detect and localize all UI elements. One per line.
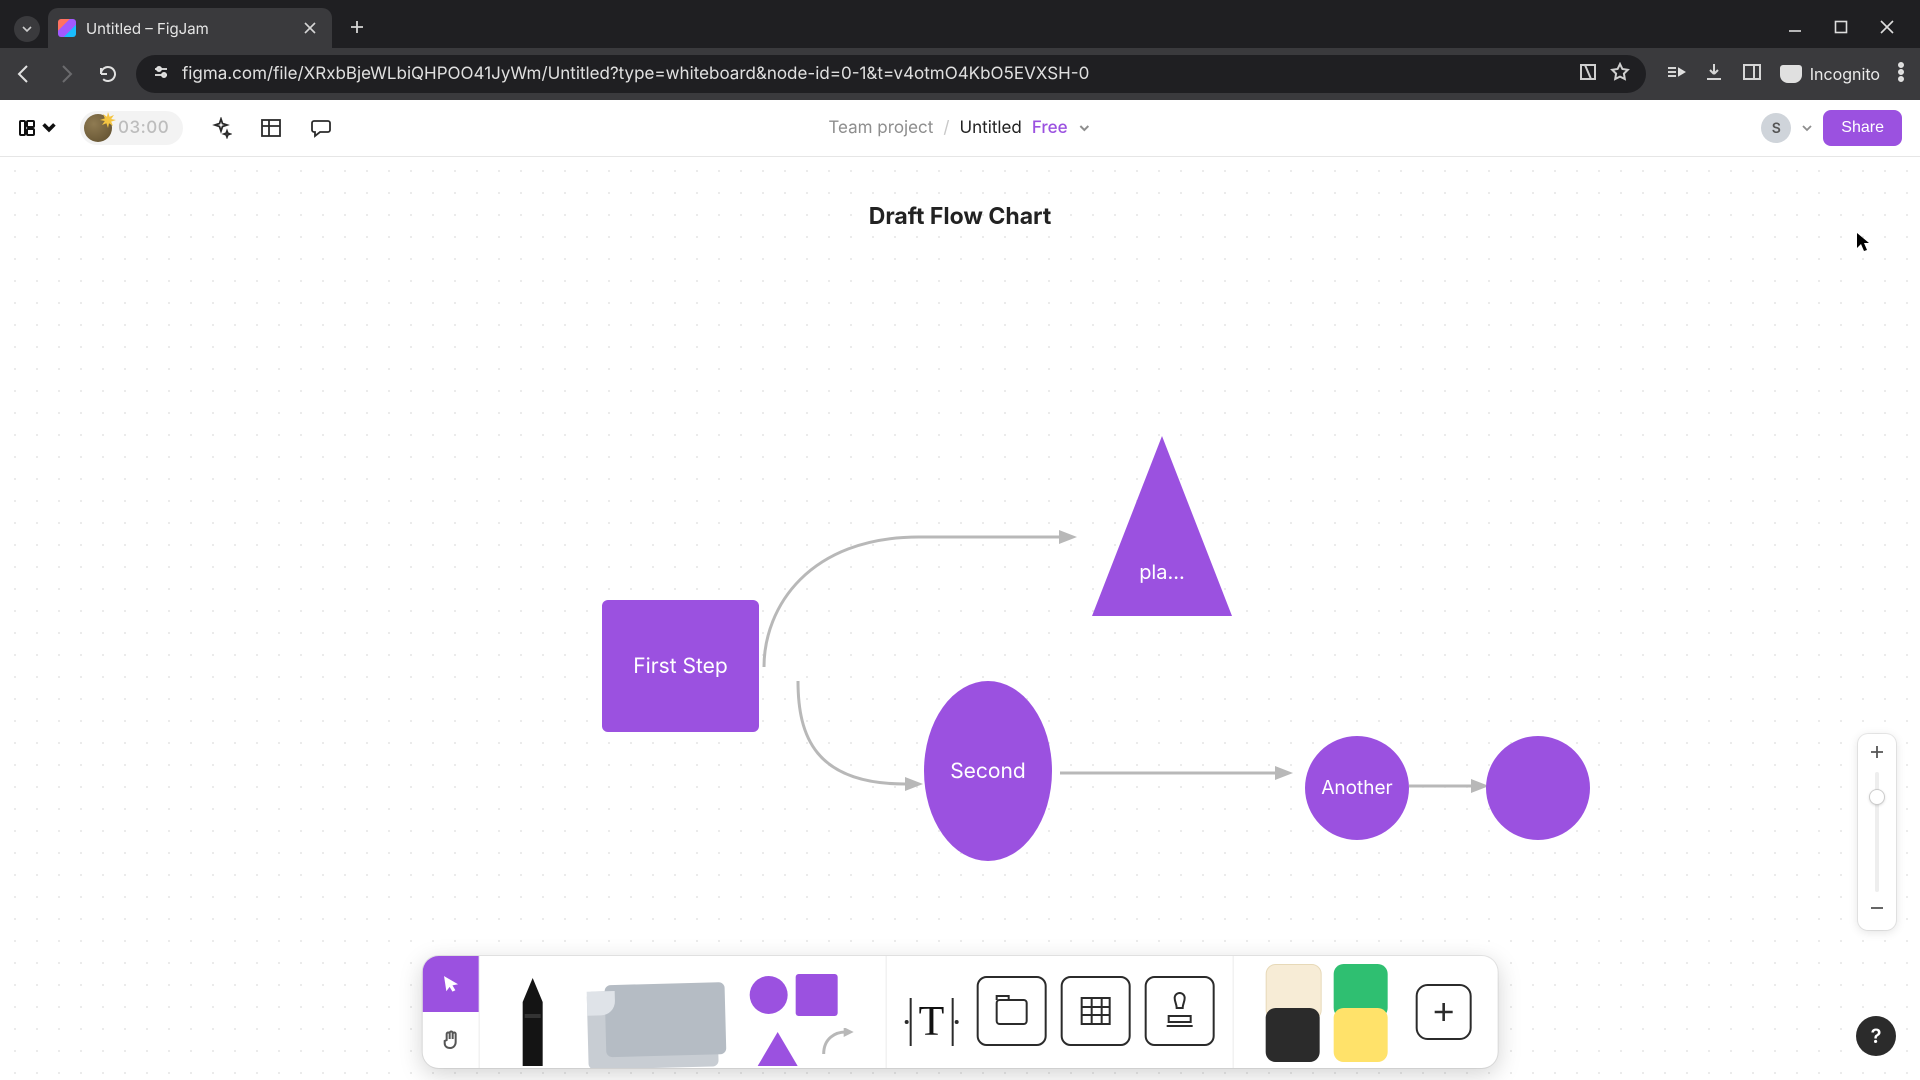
flow-node-triangle[interactable]: pla...: [1092, 436, 1232, 616]
ai-sparkle-button[interactable]: [209, 116, 233, 140]
flow-node-oval[interactable]: Second: [924, 681, 1052, 861]
browser-address-bar: figma.com/file/XRxbBjeWLbiQHPOO41JyWm/Un…: [0, 48, 1920, 100]
team-name[interactable]: Team project: [828, 118, 933, 138]
tab-search-button[interactable]: [14, 16, 40, 42]
connector-arrow[interactable]: [759, 502, 1089, 702]
table-tool[interactable]: [1060, 976, 1130, 1046]
shape-circle-icon: [750, 976, 788, 1014]
layout-grid-button[interactable]: [259, 116, 283, 140]
document-title-group: Team project / Untitled Free: [828, 118, 1091, 138]
timer-value: 03:00: [118, 118, 169, 138]
user-avatar[interactable]: S: [1761, 113, 1791, 143]
tab-close-icon[interactable]: [302, 20, 318, 36]
incognito-icon: [1780, 65, 1802, 83]
tab-title: Untitled – FigJam: [86, 19, 294, 38]
site-settings-icon[interactable]: [152, 63, 170, 85]
bookmark-star-icon[interactable]: [1610, 62, 1630, 86]
select-tool-group: [423, 956, 479, 1068]
text-tool[interactable]: T: [905, 998, 959, 1046]
window-maximize-button[interactable]: [1832, 18, 1850, 36]
zoom-slider-knob[interactable]: [1870, 790, 1884, 804]
flow-node-circle-empty[interactable]: [1486, 736, 1590, 840]
stamp-tool[interactable]: [1144, 976, 1214, 1046]
zoom-slider[interactable]: [1875, 772, 1879, 892]
file-name[interactable]: Untitled: [959, 118, 1021, 138]
nav-reload-button[interactable]: [94, 60, 122, 88]
install-app-icon[interactable]: [1578, 62, 1598, 86]
timer-icon: [84, 114, 112, 142]
widgets-tool[interactable]: [1251, 956, 1401, 1068]
sticky-note-tool[interactable]: [568, 956, 738, 1068]
more-tools-button[interactable]: [1415, 984, 1471, 1040]
select-tool[interactable]: [423, 956, 479, 1012]
plan-badge[interactable]: Free: [1032, 118, 1068, 138]
widget-tile-icon: [1265, 1008, 1319, 1062]
flow-node-circle[interactable]: Another: [1305, 736, 1409, 840]
shape-square-icon: [796, 974, 838, 1016]
window-minimize-button[interactable]: [1786, 18, 1804, 36]
avatar-chevron-icon[interactable]: [1801, 122, 1813, 134]
nav-back-button[interactable]: [10, 60, 38, 88]
shape-triangle-icon: [758, 1032, 798, 1066]
connector-icon: [820, 1028, 854, 1058]
marker-tool[interactable]: [498, 956, 568, 1068]
downloads-icon[interactable]: [1704, 62, 1724, 86]
timer-widget[interactable]: 03:00: [80, 111, 183, 145]
comments-button[interactable]: [309, 116, 333, 140]
incognito-label: Incognito: [1810, 64, 1880, 84]
media-control-icon[interactable]: [1666, 62, 1686, 86]
url-field[interactable]: figma.com/file/XRxbBjeWLbiQHPOO41JyWm/Un…: [136, 55, 1646, 93]
window-controls: [1786, 18, 1910, 48]
canvas-title-text[interactable]: Draft Flow Chart: [869, 202, 1052, 230]
zoom-control: [1858, 734, 1896, 930]
browser-tab-active[interactable]: Untitled – FigJam: [48, 8, 332, 48]
browser-menu-icon[interactable]: [1898, 62, 1904, 86]
incognito-indicator[interactable]: Incognito: [1780, 64, 1880, 84]
url-text: figma.com/file/XRxbBjeWLbiQHPOO41JyWm/Un…: [182, 64, 1566, 84]
widget-tile-icon: [1333, 1008, 1387, 1062]
bottom-toolbar: T: [423, 956, 1498, 1068]
side-panel-icon[interactable]: [1742, 62, 1762, 86]
figjam-app: 03:00 Team project / Untitled Free S Sha…: [0, 100, 1920, 1080]
connector-arrow[interactable]: [1060, 761, 1310, 791]
zoom-in-button[interactable]: [1869, 744, 1885, 764]
flow-node-rect[interactable]: First Step: [602, 600, 759, 732]
section-tool[interactable]: [976, 976, 1046, 1046]
main-menu-button[interactable]: [18, 119, 58, 137]
window-close-button[interactable]: [1878, 18, 1896, 36]
connector-arrow[interactable]: [790, 676, 940, 826]
new-tab-button[interactable]: [342, 12, 372, 42]
zoom-out-button[interactable]: [1869, 900, 1885, 920]
breadcrumb-separator: /: [943, 118, 949, 138]
nav-forward-button[interactable]: [52, 60, 80, 88]
shape-tool[interactable]: [738, 956, 868, 1068]
triangle-label: pla...: [1092, 560, 1232, 584]
help-button[interactable]: ?: [1856, 1016, 1896, 1056]
app-toolbar: 03:00 Team project / Untitled Free S Sha…: [0, 100, 1920, 157]
browser-titlebar: Untitled – FigJam: [0, 0, 1920, 48]
figma-favicon: [58, 19, 76, 37]
canvas[interactable]: Draft Flow Chart First Step pla... Secon…: [0, 156, 1920, 1080]
hand-tool[interactable]: [423, 1012, 479, 1068]
mouse-cursor-icon: [1856, 232, 1870, 252]
chevron-down-icon[interactable]: [1078, 121, 1092, 135]
share-button[interactable]: Share: [1823, 110, 1902, 146]
